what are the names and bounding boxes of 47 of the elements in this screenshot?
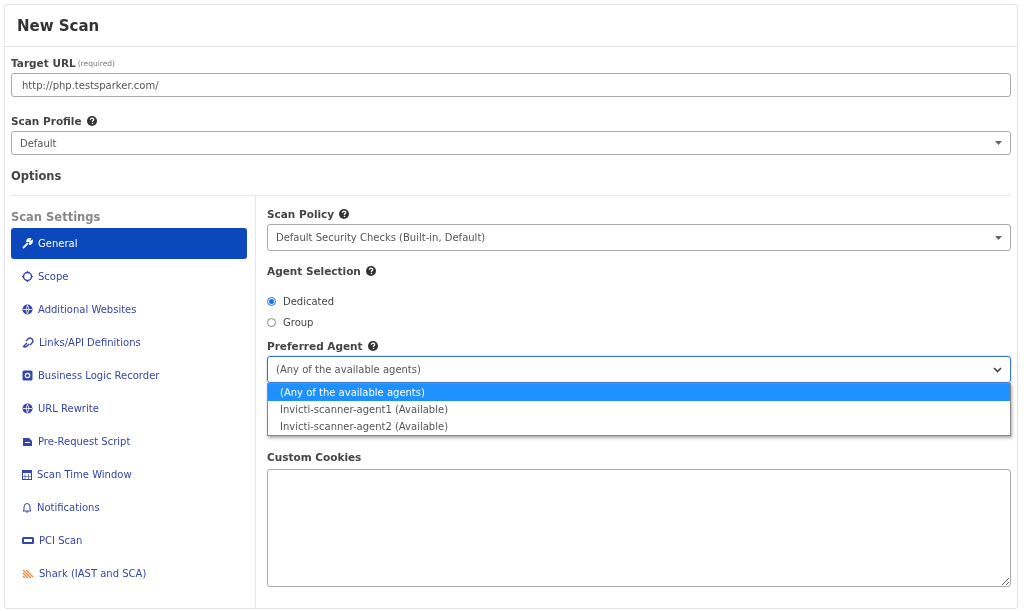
sidebar-title: Scan Settings [11,209,102,226]
card-icon [22,536,34,545]
globe-icon [22,304,33,315]
sidebar-item[interactable]: Pre-Request Script [11,426,247,457]
section-title: Options [11,168,63,185]
sidebar-item[interactable]: Scan Time Window [11,459,247,490]
calendar-icon [22,469,32,480]
radio-button[interactable] [267,297,276,306]
help-icon [339,209,350,219]
field-label: Preferred Agent [267,340,363,352]
dropdown-option[interactable]: Invicti-scanner-agent2 (Available) [268,418,1010,435]
sidebar-item[interactable]: Shark (IAST and SCA) [11,558,247,589]
url-input[interactable]: http://php.testsparker.com/ [11,73,1011,97]
radio-label: Group [283,317,314,328]
caret-icon [995,235,1002,240]
help-icon [367,341,378,351]
globe-icon [22,403,33,414]
field-label: Scan Policy [267,208,335,220]
dropdown-option[interactable]: Invicti-scanner-agent1 (Available) [268,401,1010,418]
sidebar-item[interactable]: General [11,228,247,259]
chevron-down-icon [993,366,1002,373]
help-icon [86,116,97,126]
circle-icon [22,271,33,282]
file-icon [22,436,33,447]
bell-icon [22,502,32,513]
sidebar-item[interactable]: Additional Websites [11,294,247,325]
help-icon [365,266,376,276]
field-label: Custom Cookies [267,451,362,463]
sidebar-item[interactable]: URL Rewrite [11,393,247,424]
sidebar-item[interactable]: Links/API Definitions [11,327,247,358]
field-label: Scan Profile [11,115,82,127]
sidebar-item[interactable]: Scope [11,261,247,292]
wrench-icon [22,238,33,249]
sidebar-item[interactable]: PCI Scan [11,525,247,556]
link-icon [22,337,34,348]
agent-select[interactable]: (Any of the available agents) [267,356,1011,383]
sidebar-item[interactable]: Notifications [11,492,247,523]
policy-select[interactable]: Default Security Checks (Built-in, Default) [267,224,1011,251]
caret-icon [995,141,1002,145]
radio-label: Dedicated [283,296,335,307]
profile-select[interactable]: Default [11,131,1011,155]
stripes-icon [22,568,34,579]
record-icon [22,370,33,381]
sidebar-item[interactable]: Business Logic Recorder [11,360,247,391]
field-label: Agent Selection [267,265,361,277]
field-label: Target URL [11,57,76,69]
page-title: New Scan [17,16,100,35]
